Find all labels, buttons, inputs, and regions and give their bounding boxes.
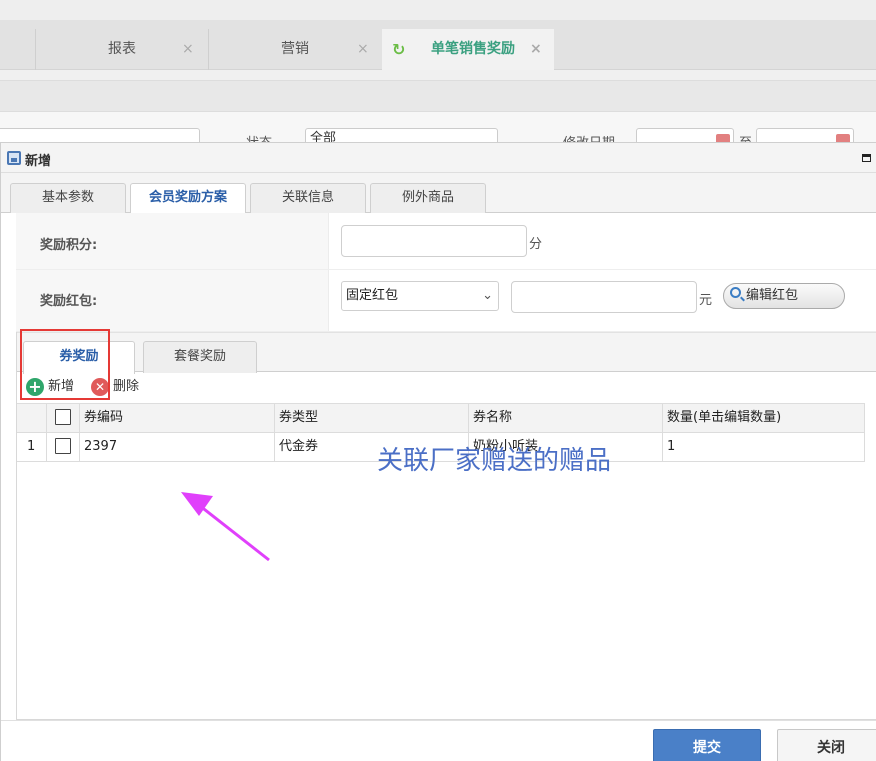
- tab-single-sale-reward[interactable]: ↻ 单笔销售奖励 ×: [382, 29, 554, 70]
- toolbar-band: [0, 80, 876, 112]
- row-number: 1: [17, 433, 47, 461]
- dialog-title: 新增: [25, 154, 52, 169]
- submit-button[interactable]: 提交: [653, 729, 761, 761]
- tab-marketing[interactable]: 营销 ×: [209, 29, 381, 70]
- sub-tabs: 券奖励 套餐奖励: [17, 332, 876, 374]
- tab-basic-params[interactable]: 基本参数: [10, 183, 126, 213]
- tab-label: 报表: [108, 41, 136, 57]
- close-icon[interactable]: ×: [182, 29, 194, 70]
- column-header-qty[interactable]: 数量(单击编辑数量): [663, 404, 865, 432]
- row-select-cell: [47, 433, 80, 461]
- tab-package-reward[interactable]: 套餐奖励: [143, 341, 257, 373]
- tab-label: 营销: [281, 41, 309, 57]
- redpacket-unit: 元: [699, 293, 713, 308]
- close-icon[interactable]: ×: [357, 29, 369, 70]
- maximize-icon[interactable]: [862, 154, 871, 162]
- annotation-text: 关联厂家赠送的赠品: [377, 446, 612, 476]
- select-all-checkbox[interactable]: [55, 409, 71, 425]
- points-unit: 分: [529, 237, 543, 252]
- select-all-cell: [47, 404, 80, 432]
- coupon-code-cell: 2397: [80, 433, 275, 461]
- row-checkbox[interactable]: [55, 438, 71, 454]
- new-dialog: 新增 基本参数 会员奖励方案 关联信息 例外商品 奖励积分: 分 奖励红包: 固…: [0, 142, 876, 761]
- tab-related-info[interactable]: 关联信息: [250, 183, 366, 213]
- refresh-icon[interactable]: ↻: [392, 29, 405, 70]
- save-icon: [7, 151, 21, 165]
- tab-report[interactable]: 报表 ×: [36, 29, 208, 70]
- redpacket-type-value: 固定红包: [346, 288, 399, 303]
- annotation-arrow-icon: [181, 492, 270, 562]
- coupon-reward-panel: 券奖励 套餐奖励 + 新增 ✕ 删除 券编码 券类型 券名称 数量(单击编辑数量…: [16, 329, 876, 720]
- top-band: [0, 0, 876, 20]
- search-icon: [730, 287, 741, 298]
- redpacket-amount-input[interactable]: [511, 281, 697, 313]
- highlight-box: [20, 329, 110, 400]
- tab-excluded-products[interactable]: 例外商品: [370, 183, 486, 213]
- tab-label: 单笔销售奖励: [431, 41, 515, 57]
- column-header-code[interactable]: 券编码: [80, 404, 275, 432]
- tab-member-reward[interactable]: 会员奖励方案: [130, 183, 246, 214]
- reward-form: 奖励积分: 分 奖励红包: 固定红包 ⌄ 元 编辑红包: [16, 213, 876, 333]
- points-label: 奖励积分:: [40, 238, 98, 253]
- dialog-header: 新增: [1, 143, 876, 173]
- column-header-type[interactable]: 券类型: [275, 404, 469, 432]
- chevron-down-icon: ⌄: [482, 288, 493, 303]
- column-header-name[interactable]: 券名称: [469, 404, 663, 432]
- redpacket-row: 奖励红包: 固定红包 ⌄ 元 编辑红包: [16, 270, 876, 332]
- grid-header-row: 券编码 券类型 券名称 数量(单击编辑数量): [17, 404, 865, 433]
- main-tabs: 基本参数 会员奖励方案 关联信息 例外商品: [1, 173, 876, 214]
- edit-redpacket-button[interactable]: 编辑红包: [723, 283, 845, 309]
- points-row: 奖励积分: 分: [16, 213, 876, 270]
- dialog-footer: 提交 关闭: [1, 720, 876, 761]
- grid-toolbar: + 新增 ✕ 删除: [17, 372, 876, 402]
- coupon-qty-cell[interactable]: 1: [663, 433, 865, 461]
- close-icon[interactable]: ×: [530, 29, 542, 70]
- edit-redpacket-label: 编辑红包: [746, 288, 799, 303]
- delete-label: 删除: [113, 379, 140, 394]
- close-button[interactable]: 关闭: [777, 729, 876, 761]
- row-number-header: [17, 404, 47, 432]
- points-input[interactable]: [341, 225, 527, 257]
- redpacket-type-select[interactable]: 固定红包 ⌄: [341, 281, 499, 311]
- redpacket-label: 奖励红包:: [40, 294, 98, 309]
